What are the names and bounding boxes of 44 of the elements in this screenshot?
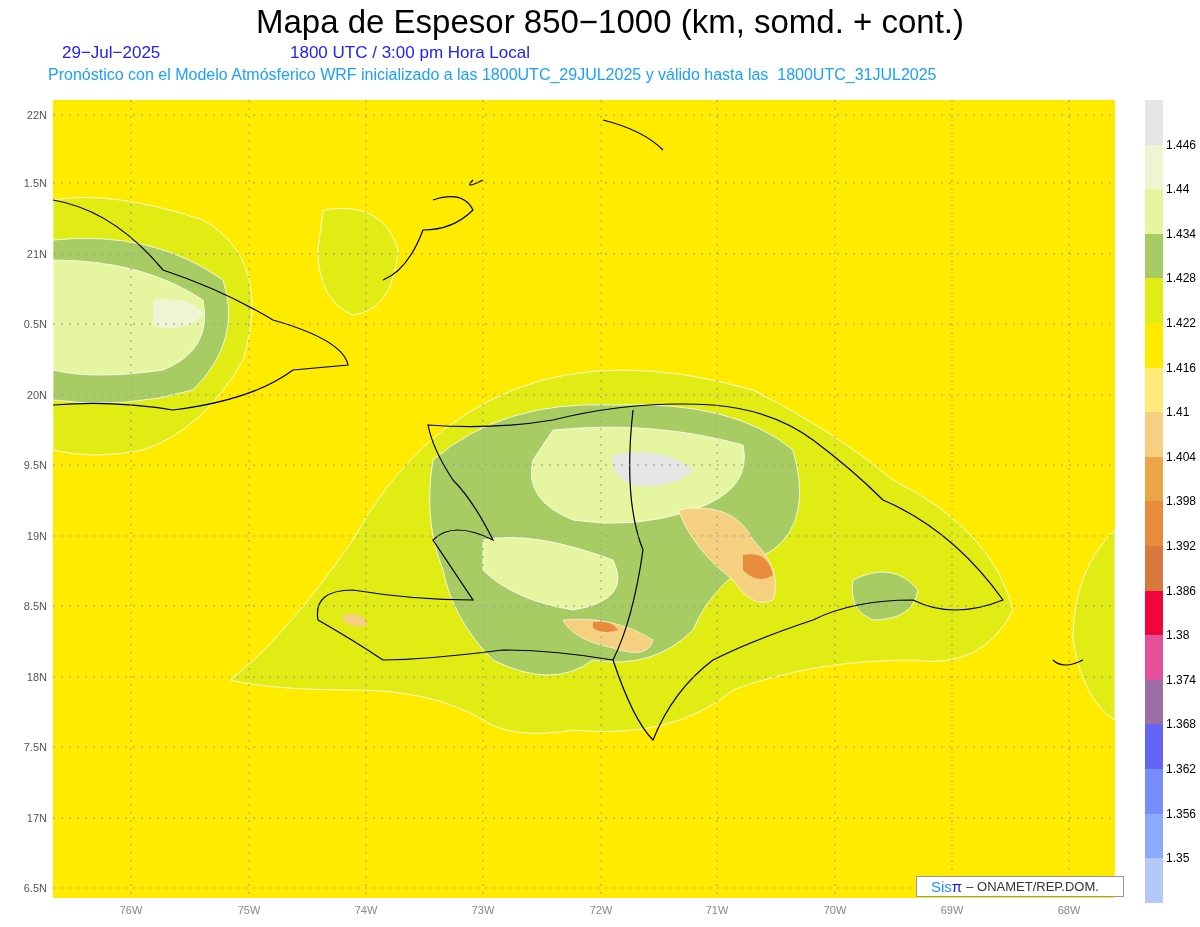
legend-label: 1.446 bbox=[1166, 137, 1197, 152]
logo-text: Sisπ bbox=[931, 877, 963, 896]
legend-label: 1.44 bbox=[1166, 182, 1190, 197]
forecast-time: 1800 UTC / 3:00 pm Hora Local bbox=[290, 42, 530, 64]
forecast-description: Pronóstico con el Modelo Atmósferico WRF inicializado a las 1800UTC_29JUL2025 y válido hasta las 1800UTC_31JUL2025 bbox=[47, 65, 938, 85]
latitude-label: 1.5N bbox=[23, 177, 47, 189]
latitude-label: 6.5N bbox=[23, 882, 47, 894]
credit-text: – ONAMET/REP.DOM. bbox=[966, 877, 1099, 896]
legend-label: 1.374 bbox=[1166, 672, 1197, 687]
map-title: Mapa de Espesor 850−1000 (km, somd. + cont.) bbox=[255, 2, 965, 42]
legend-label: 1.398 bbox=[1166, 494, 1197, 509]
latitude-label: 19N bbox=[26, 530, 47, 542]
legend-label: 1.362 bbox=[1166, 761, 1197, 776]
legend-label: 1.416 bbox=[1166, 360, 1197, 375]
legend-label: 1.422 bbox=[1166, 315, 1197, 330]
legend-label: 1.35 bbox=[1166, 851, 1190, 866]
longitude-label: 70W bbox=[822, 904, 848, 916]
longitude-label: 68W bbox=[1056, 904, 1082, 916]
latitude-label: 22N bbox=[26, 109, 47, 121]
legend-label: 1.386 bbox=[1166, 583, 1197, 598]
legend-label: 1.41 bbox=[1166, 405, 1190, 420]
legend-label: 1.392 bbox=[1166, 538, 1197, 553]
longitude-label: 72W bbox=[588, 904, 614, 916]
legend-label: 1.356 bbox=[1166, 806, 1197, 821]
legend-label: 1.368 bbox=[1166, 717, 1197, 732]
longitude-label: 76W bbox=[118, 904, 144, 916]
latitude-label: 9.5N bbox=[23, 459, 47, 471]
longitude-label: 71W bbox=[704, 904, 730, 916]
latitude-label: 18N bbox=[26, 671, 47, 683]
longitude-label: 69W bbox=[939, 904, 965, 916]
latitude-label: 17N bbox=[26, 812, 47, 824]
latitude-label: 8.5N bbox=[23, 600, 47, 612]
latitude-label: 20N bbox=[26, 389, 47, 401]
legend-label: 1.434 bbox=[1166, 226, 1197, 241]
latitude-label: 0.5N bbox=[23, 318, 47, 330]
longitude-label: 75W bbox=[236, 904, 262, 916]
legend-label: 1.38 bbox=[1166, 628, 1190, 643]
legend-label: 1.428 bbox=[1166, 271, 1197, 286]
longitude-label: 73W bbox=[470, 904, 496, 916]
latitude-label: 7.5N bbox=[23, 741, 47, 753]
longitude-label: 74W bbox=[353, 904, 379, 916]
latitude-label: 21N bbox=[26, 248, 47, 260]
forecast-date: 29−Jul−2025 bbox=[62, 42, 162, 64]
legend-label: 1.404 bbox=[1166, 449, 1197, 464]
